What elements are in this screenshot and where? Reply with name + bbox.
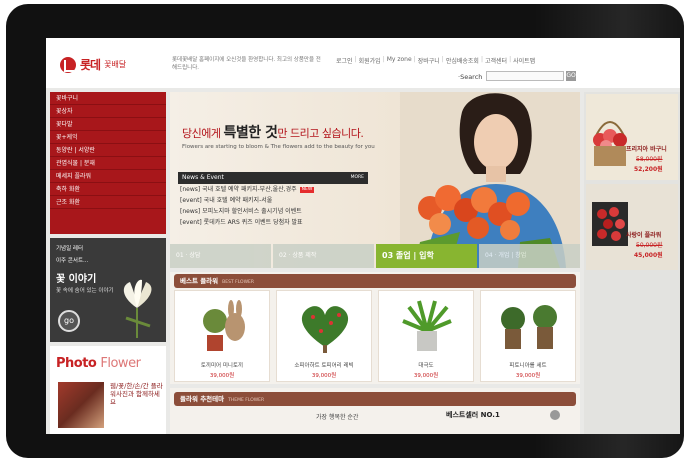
news-header: News & Event MORE — [178, 172, 368, 184]
product-name: 토끼미어 미니토끼 — [200, 363, 244, 369]
tab-consult[interactable]: 01 · 상담 — [170, 244, 271, 268]
tab-opening[interactable]: 04 · 개업 | 창업 — [479, 244, 580, 268]
rabbit-topiary-image — [203, 300, 245, 351]
occasion-tabs: 01 · 상담 02 · 상품 제작 03 졸업 | 입학 04 · 개업 | … — [170, 244, 580, 268]
category-item[interactable]: 축하 화환 — [50, 183, 166, 196]
search-input[interactable] — [486, 71, 564, 81]
news-more-link[interactable]: MORE — [351, 172, 364, 184]
promo-name: 프리지아 바구니 — [626, 146, 667, 153]
product-name: 소피아하트 토피어리 레빅 — [294, 363, 354, 369]
lotte-logo[interactable]: 롯데 꽃배달 — [60, 56, 126, 73]
news-item[interactable]: [event] 롯데카드 ARS 퀴즈 이벤트 당첨자 발표 — [178, 217, 368, 228]
search-button[interactable]: GO — [566, 71, 576, 81]
promo-new-price: 52,200원 — [634, 166, 663, 173]
photo-title: Photo Flower — [56, 356, 141, 371]
intro-text: 롯데꽃배달 홈페이지에 오신것을 환영합니다. 최고의 상품만을 전해드립니다. — [172, 57, 321, 71]
top-header: 롯데 꽃배달 롯데꽃배달 홈페이지에 오신것을 환영합니다. 최고의 상품만을 … — [46, 38, 680, 88]
right-promo-column: 프리지아 바구니 58,000원 52,200원 사랑이 플라워 50,000원… — [584, 92, 680, 434]
nav-login[interactable]: 로그인 — [336, 56, 353, 65]
nav-sitemap[interactable]: 사이트맵 — [513, 56, 535, 65]
logo-name: 롯데 — [80, 58, 101, 72]
new-badge: NEW — [299, 186, 315, 193]
go-button[interactable]: go — [58, 310, 80, 332]
nav-myzone[interactable]: My zone — [387, 56, 412, 65]
category-menu: 꽃바구니 꽃상자 꽃다발 꽃+케익 동양란 | 서양란 관엽식물 | 분재 메세… — [50, 92, 166, 234]
heart-topiary-image — [301, 306, 349, 353]
theme-scroll-button[interactable] — [550, 410, 560, 420]
promo-name: 사랑이 플라워 — [626, 232, 662, 239]
story-line2: 이주 콘서트... — [56, 258, 89, 264]
news-item[interactable]: [news] 모피노지마 할인서비스 출시기념 이벤트 — [178, 206, 368, 217]
best-flower-header: 베스트 플라워 BEST FLOWER — [174, 274, 576, 288]
photo-desc: 웹/꽃/한/손/간 플라워사진과 함께하세요 — [110, 382, 163, 406]
photo-flower-panel[interactable]: Photo Flower 웹/꽃/한/손/간 플라워사진과 함께하세요 — [50, 346, 166, 434]
category-item[interactable]: 꽃+케익 — [50, 131, 166, 144]
hero-headline: 당신에게 특별한 것만 드리고 싶습니다. — [182, 125, 364, 141]
story-title: 꽃 이야기 — [56, 274, 97, 285]
hero-subline: Flowers are starting to bloom & The flow… — [182, 144, 375, 150]
tab-production[interactable]: 02 · 상품 제작 — [273, 244, 374, 268]
category-item[interactable]: 관엽식물 | 분재 — [50, 157, 166, 170]
logo-sub: 꽃배달 — [104, 60, 127, 69]
lily-flower-image — [123, 279, 152, 338]
category-item[interactable]: 근조 화환 — [50, 196, 166, 209]
best-flower-section: 베스트 플라워 BEST FLOWER 토끼미어 미니토끼 39,000원 소피… — [170, 272, 580, 384]
product-card[interactable]: 토끼미어 미니토끼 39,000원 — [174, 290, 270, 382]
photo-thumbnail[interactable] — [58, 382, 104, 428]
category-item[interactable]: 꽃바구니 — [50, 92, 166, 105]
potted-plant-image — [402, 300, 452, 351]
theme-item-bestseller[interactable]: 베스트셀러 NO.1 — [446, 410, 500, 420]
category-item[interactable]: 꽃다발 — [50, 118, 166, 131]
promo-card[interactable]: 사랑이 플라워 50,000원 45,000원 — [586, 184, 678, 270]
love-flower-image — [592, 202, 628, 246]
flower-story-panel: 기념일 레터 이주 콘서트... 꽃 이야기 꽃 속에 숨어 있는 이야기 go — [50, 238, 166, 342]
hero-banner: 당신에게 특별한 것만 드리고 싶습니다. Flowers are starti… — [170, 92, 580, 268]
browser-screen: 롯데 꽃배달 롯데꽃배달 홈페이지에 오신것을 환영합니다. 최고의 상품만을 … — [46, 38, 680, 434]
product-price: 39,000원 — [311, 373, 337, 379]
product-price: 39,000원 — [515, 373, 541, 379]
news-item[interactable]: [news] 국내 호텔 예약 패키지-부산,울산,경주 NEW — [178, 184, 368, 195]
theme-flower-header: 플라워 추천테마 THEME FLOWER — [174, 392, 576, 406]
freesia-basket-image — [593, 121, 627, 166]
category-item[interactable]: 꽃상자 — [50, 105, 166, 118]
story-line1: 기념일 레터 — [56, 246, 84, 252]
promo-card[interactable]: 프리지아 바구니 58,000원 52,200원 — [586, 94, 678, 180]
top-nav: 로그인 | 회원가입 | My zone | 장바구니 | 안심배송조회 | 고객센터 | … — [336, 56, 536, 65]
product-card[interactable]: 피토니아를 세트 39,000원 — [480, 290, 576, 382]
nav-delivery[interactable]: 안심배송조회 — [446, 56, 479, 65]
nav-cart[interactable]: 장바구니 — [418, 56, 440, 65]
product-price: 39,000원 — [413, 373, 439, 379]
tablet-frame: 롯데 꽃배달 롯데꽃배달 홈페이지에 오신것을 환영합니다. 최고의 상품만을 … — [6, 4, 684, 458]
product-price: 39,000원 — [209, 373, 235, 379]
tab-graduation[interactable]: 03 졸업 | 입학 — [376, 244, 477, 268]
product-name: 대극도 — [418, 363, 434, 369]
product-card[interactable]: 소피아하트 토피어리 레빅 39,000원 — [276, 290, 372, 382]
lotte-logo-icon — [60, 56, 76, 73]
promo-old-price: 50,000원 — [636, 242, 663, 249]
search-label: ·Search — [458, 73, 483, 81]
category-item[interactable]: 동양란 | 서양란 — [50, 144, 166, 157]
nav-support[interactable]: 고객센터 — [485, 56, 507, 65]
hero-woman-image — [400, 92, 580, 268]
theme-flower-section: 플라워 추천테마 THEME FLOWER 가장 행복한 순간 베스트셀러 NO.… — [170, 388, 580, 434]
promo-old-price: 58,000원 — [636, 156, 663, 163]
fittonia-set-image — [501, 305, 557, 349]
news-item[interactable]: [event] 국내 호텔 예약 패키지-서울 — [178, 195, 368, 206]
promo-new-price: 45,000원 — [634, 252, 663, 259]
product-card[interactable]: 대극도 39,000원 — [378, 290, 474, 382]
story-desc: 꽃 속에 숨어 있는 이야기 — [56, 288, 114, 294]
nav-join[interactable]: 회원가입 — [359, 56, 381, 65]
theme-item-happy[interactable]: 가장 행복한 순간 — [316, 412, 358, 421]
category-item[interactable]: 메세지 플라워 — [50, 170, 166, 183]
product-name: 피토니아를 세트 — [509, 363, 547, 369]
